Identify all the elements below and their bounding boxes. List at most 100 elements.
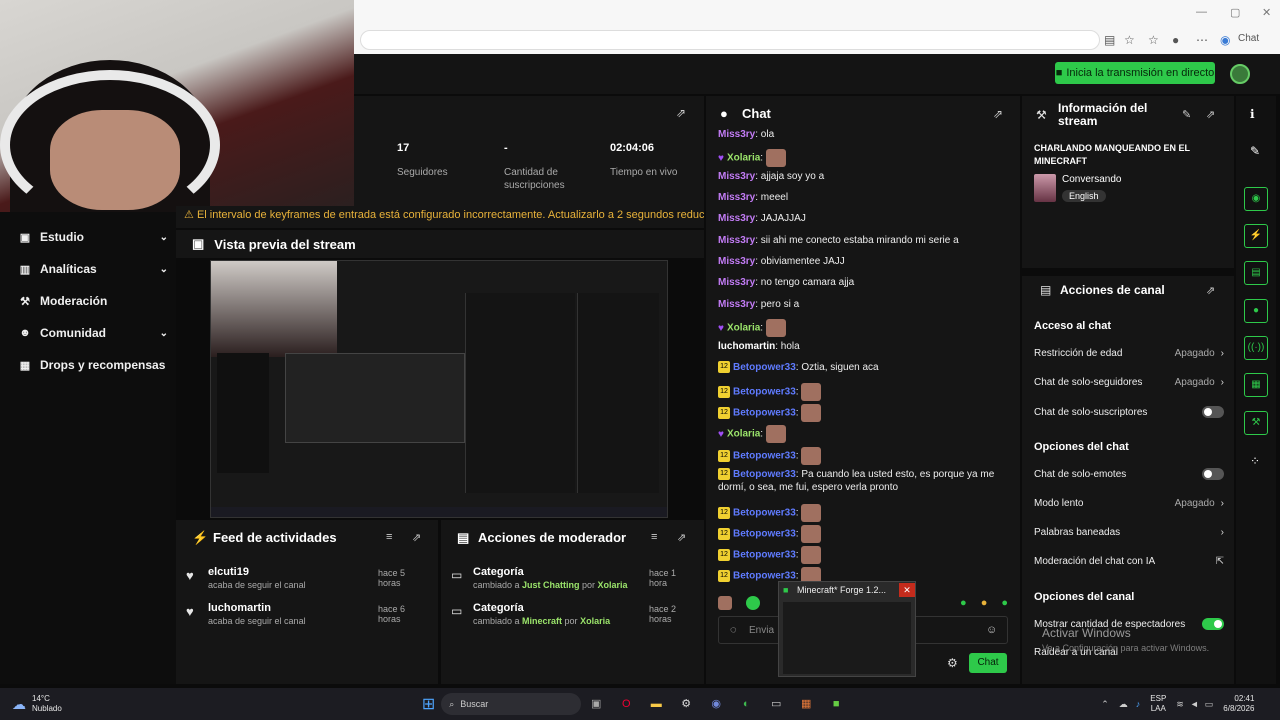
- chat-username[interactable]: Miss3ry: [718, 235, 755, 246]
- chat-username[interactable]: Betopower33: [733, 451, 796, 462]
- settings-icon[interactable]: ⚙: [675, 694, 697, 714]
- close-icon[interactable]: ✕: [899, 583, 915, 597]
- maximize-icon[interactable]: ▢: [1230, 6, 1240, 19]
- chat-username[interactable]: Xolaria: [727, 323, 760, 334]
- chat-username[interactable]: Betopower33: [733, 469, 796, 480]
- terminal-icon[interactable]: ▭: [765, 694, 787, 714]
- emote-icon[interactable]: ●: [960, 597, 967, 609]
- rail-button[interactable]: ◉: [1244, 187, 1268, 211]
- sidebar-item-estudio[interactable]: ▣ Estudio ⌄: [18, 226, 168, 248]
- mic-icon[interactable]: ♪: [1136, 699, 1141, 709]
- wifi-icon[interactable]: ≋: [1176, 699, 1184, 710]
- rail-button[interactable]: ((·)): [1244, 336, 1268, 360]
- task-view-icon[interactable]: ▣: [585, 694, 607, 714]
- pencil-icon[interactable]: ✎: [1182, 108, 1191, 121]
- copilot-icon[interactable]: ◉: [1220, 33, 1230, 47]
- banned-words-row[interactable]: Palabras baneadas ›: [1034, 527, 1224, 538]
- apps-icon[interactable]: ⁘: [1250, 454, 1260, 468]
- slow-mode-row[interactable]: Modo lento Apagado ›: [1034, 498, 1224, 509]
- app-icon[interactable]: ▦: [795, 694, 817, 714]
- subs-only-toggle[interactable]: [1202, 406, 1224, 418]
- chat-username[interactable]: Miss3ry: [718, 213, 755, 224]
- mod-user[interactable]: Xolaria: [598, 580, 628, 590]
- folder-icon[interactable]: ▬: [645, 694, 667, 714]
- chat-username[interactable]: Xolaria: [727, 153, 760, 164]
- age-restriction-row[interactable]: Restricción de edad Apagado ›: [1034, 348, 1224, 359]
- chat-username[interactable]: Miss3ry: [718, 256, 755, 267]
- browser-chat-label[interactable]: Chat: [1238, 33, 1259, 44]
- chat-username[interactable]: Xolaria: [727, 429, 760, 440]
- chat-username[interactable]: Miss3ry: [718, 171, 755, 182]
- chat-username[interactable]: luchomartin: [718, 341, 775, 352]
- feed-user[interactable]: luchomartin: [208, 602, 271, 614]
- avatar[interactable]: [1230, 64, 1250, 84]
- followers-only-row[interactable]: Chat de solo-seguidores Apagado ›: [1034, 377, 1224, 388]
- chat-username[interactable]: Betopower33: [733, 508, 796, 519]
- stream-category[interactable]: Conversando: [1062, 174, 1121, 185]
- address-bar[interactable]: [360, 30, 1100, 50]
- mod-user[interactable]: Xolaria: [580, 616, 610, 626]
- network-icon[interactable]: ☁: [1119, 699, 1128, 710]
- chat-username[interactable]: Betopower33: [733, 529, 796, 540]
- go-live-button[interactable]: ■ Inicia la transmisión en directo: [1055, 62, 1215, 84]
- chat-username[interactable]: Miss3ry: [718, 129, 755, 140]
- chat-username[interactable]: Miss3ry: [718, 277, 755, 288]
- taskbar-search[interactable]: ⌕ Buscar: [441, 693, 582, 715]
- profile-icon[interactable]: ●: [1172, 33, 1179, 47]
- gear-icon[interactable]: ⚙: [947, 656, 958, 670]
- language-indicator[interactable]: ESP LAA: [1150, 694, 1166, 714]
- send-chat-button[interactable]: Chat: [969, 653, 1007, 673]
- chat-username[interactable]: Betopower33: [733, 571, 796, 582]
- sidebar-item-drops[interactable]: ▦ Drops y recompensas: [18, 354, 168, 376]
- emote-icon[interactable]: [746, 596, 760, 610]
- sidebar-item-moderacion[interactable]: ⚒ Moderación: [18, 290, 168, 312]
- rail-button[interactable]: ⚒: [1244, 411, 1268, 435]
- chevron-down-icon[interactable]: ⌄: [160, 264, 168, 275]
- expand-icon[interactable]: ⇗: [1206, 108, 1215, 121]
- filter-icon[interactable]: ≡: [651, 531, 657, 543]
- rail-button[interactable]: ▤: [1244, 261, 1268, 285]
- sidebar-item-analiticas[interactable]: ▥ Analíticas ⌄: [18, 258, 168, 280]
- emote-icon[interactable]: ●: [1001, 597, 1008, 609]
- emote-icon[interactable]: ●: [981, 597, 988, 609]
- collections-icon[interactable]: ☆: [1148, 33, 1159, 47]
- close-window-icon[interactable]: ✕: [1262, 6, 1271, 19]
- sidebar-item-comunidad[interactable]: ☻ Comunidad ⌄: [18, 322, 168, 344]
- weather-widget[interactable]: 14°C Nublado: [32, 694, 62, 714]
- chat-username[interactable]: Betopower33: [733, 550, 796, 561]
- more-menu-icon[interactable]: ⋯: [1196, 33, 1208, 47]
- favorite-star-icon[interactable]: ☆: [1124, 33, 1135, 47]
- clock[interactable]: 02:41 6/8/2026: [1223, 694, 1254, 714]
- mod-category[interactable]: Just Chatting: [522, 580, 580, 590]
- rail-button[interactable]: ●: [1244, 299, 1268, 323]
- cloud-icon[interactable]: ☁: [12, 696, 26, 713]
- battery-icon[interactable]: ▭: [1205, 699, 1214, 710]
- ai-moderation-row[interactable]: Moderación del chat con IA ⇱: [1034, 556, 1224, 567]
- chat-username[interactable]: Miss3ry: [718, 299, 755, 310]
- edge-icon[interactable]: ◐: [735, 694, 757, 714]
- chevron-up-icon[interactable]: ⌃: [1101, 699, 1109, 710]
- taskbar-preview-popup[interactable]: ■ Minecraft* Forge 1.2... ✕: [778, 581, 916, 677]
- expand-icon[interactable]: ⇗: [676, 106, 686, 120]
- expand-icon[interactable]: ⇗: [677, 531, 686, 544]
- emoji-icon[interactable]: ☺: [986, 624, 997, 636]
- stream-preview[interactable]: [210, 260, 668, 518]
- feed-user[interactable]: elcuti19: [208, 566, 249, 578]
- expand-icon[interactable]: ⇗: [1206, 284, 1215, 297]
- expand-icon[interactable]: ⇗: [412, 531, 421, 544]
- windows-start-icon[interactable]: ⊞: [422, 694, 435, 714]
- chat-username[interactable]: Miss3ry: [718, 192, 755, 203]
- chevron-down-icon[interactable]: ⌄: [160, 328, 168, 339]
- emote-icon[interactable]: [718, 596, 732, 610]
- viewer-count-toggle[interactable]: [1202, 618, 1224, 630]
- mod-category[interactable]: Minecraft: [522, 616, 562, 626]
- opera-icon[interactable]: O: [615, 694, 637, 714]
- pencil-icon[interactable]: ✎: [1250, 144, 1260, 158]
- chat-settings-bubble-icon[interactable]: ◌: [730, 624, 737, 636]
- minecraft-icon[interactable]: ■: [825, 694, 847, 714]
- chevron-down-icon[interactable]: ⌄: [160, 232, 168, 243]
- volume-icon[interactable]: ◄: [1190, 699, 1199, 709]
- rail-button[interactable]: ▦: [1244, 373, 1268, 397]
- chat-username[interactable]: Betopower33: [733, 362, 796, 373]
- discord-icon[interactable]: ◉: [705, 694, 727, 714]
